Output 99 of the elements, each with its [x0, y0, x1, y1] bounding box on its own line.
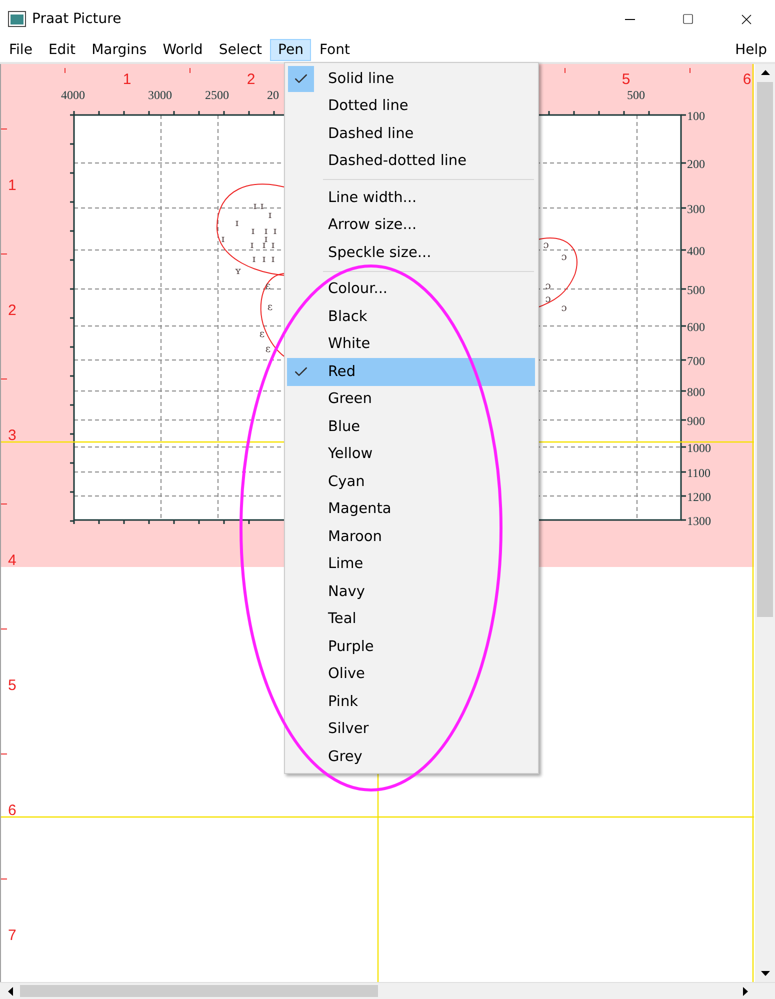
ruler-label: 1: [122, 71, 132, 88]
vowel-symbol: ɛ: [259, 329, 265, 340]
vowel-symbol: ɪ: [264, 234, 268, 245]
menu-title[interactable]: Font: [311, 39, 358, 61]
vowel-symbol: ɪ: [268, 210, 272, 221]
ruler-label: 4: [8, 552, 16, 569]
menu-item[interactable]: Teal: [287, 606, 535, 633]
horizontal-scrollbar[interactable]: [0, 982, 775, 999]
vowel-symbol: ɪ: [271, 240, 275, 251]
menu-item[interactable]: Yellow: [287, 440, 535, 468]
vowel-symbol: ɔ: [543, 240, 549, 251]
menu-title[interactable]: Help: [727, 39, 775, 61]
menu-item[interactable]: Pink: [287, 688, 535, 716]
menu-title[interactable]: Edit: [40, 39, 84, 61]
vowel-symbol: ɛ: [265, 281, 271, 292]
axis-label: 3000: [148, 88, 172, 102]
left-triangle-icon: [8, 986, 12, 996]
scroll-thumb[interactable]: [20, 985, 378, 997]
vowel-symbol: ɪ: [260, 201, 264, 212]
vowel-symbol: ʏ: [234, 266, 242, 277]
ruler-label: 7: [8, 927, 16, 944]
axis-label: 1100: [687, 466, 711, 480]
axis-label: 200: [687, 157, 705, 171]
window-title: Praat Picture: [32, 11, 122, 27]
menu-item[interactable]: Olive: [287, 660, 535, 688]
axis-label: 100: [687, 109, 705, 123]
vowel-symbol: ɪ: [252, 254, 256, 265]
axis-label: 1000: [687, 441, 711, 455]
menu-item[interactable]: Silver: [287, 716, 535, 743]
menu-item[interactable]: Dashed-dotted line: [287, 148, 535, 175]
ruler-label: 1: [8, 177, 16, 194]
menu-title[interactable]: World: [154, 39, 211, 61]
axis-label: 600: [687, 320, 705, 334]
axis-label: 700: [687, 354, 705, 368]
axis-label: 1200: [687, 490, 711, 504]
ruler-label: 6: [8, 802, 16, 819]
menu-item[interactable]: Purple: [287, 633, 535, 660]
menu-title[interactable]: Margins: [84, 39, 155, 61]
down-triangle-icon: [760, 971, 770, 976]
menu-item[interactable]: Lime: [287, 550, 535, 578]
menu-item[interactable]: Grey: [287, 743, 535, 770]
minimize-icon: [625, 18, 635, 20]
axis-label: 300: [687, 202, 705, 216]
menu-item[interactable]: Magenta: [287, 496, 535, 523]
maximize-icon: [682, 13, 694, 25]
vowel-symbol: ɪ: [221, 234, 225, 245]
ruler-label: 3: [8, 427, 16, 444]
menu-item[interactable]: Arrow size...: [287, 212, 535, 239]
vowel-symbol: ɪ: [253, 201, 257, 212]
ruler-label: 2: [246, 71, 256, 88]
ruler-label: 5: [8, 677, 16, 694]
axis-label: 400: [687, 244, 705, 258]
vowel-symbol: ɔ: [545, 281, 551, 292]
ruler-label: 2: [8, 302, 16, 319]
vowel-symbol: ɪ: [271, 254, 275, 265]
menu-item[interactable]: Line width...: [287, 184, 535, 212]
app-icon: [8, 11, 26, 27]
ruler-label: 5: [622, 71, 630, 88]
axis-label: 2500: [205, 88, 229, 102]
axis-label: 1300: [687, 514, 711, 528]
vowel-symbol: ɔ: [561, 303, 567, 314]
menu-item[interactable]: Dotted line: [287, 92, 535, 120]
menu-item[interactable]: Red: [287, 358, 535, 386]
menu-item[interactable]: Dashed line: [287, 120, 535, 148]
vowel-symbol: ɔ: [545, 294, 551, 305]
scroll-thumb[interactable]: [757, 82, 773, 617]
vowel-symbol: ɪ: [262, 254, 266, 265]
vowel-symbol: ɪ: [273, 226, 277, 237]
vowel-symbol: ɪ: [264, 226, 268, 237]
axis-label: 900: [687, 414, 705, 428]
axis-label: 4000: [61, 88, 85, 102]
vowel-symbol: ɪ: [251, 226, 255, 237]
axis-label: 500: [627, 88, 645, 102]
menu-item[interactable]: White: [287, 330, 535, 358]
menu-item[interactable]: Navy: [287, 578, 535, 606]
menu-item[interactable]: Blue: [287, 413, 535, 440]
menu-title[interactable]: File: [1, 39, 40, 61]
menu-item[interactable]: Black: [287, 303, 535, 330]
menu-item[interactable]: Maroon: [287, 523, 535, 550]
menu-item[interactable]: Colour...: [287, 276, 535, 303]
axis-label: 500: [687, 283, 705, 297]
axis-label: 800: [687, 385, 705, 399]
up-triangle-icon: [760, 70, 770, 75]
vowel-symbol: ɛ: [265, 344, 271, 355]
menu-item[interactable]: Solid line: [287, 65, 535, 92]
right-triangle-icon: [742, 986, 748, 996]
axis-label: 20: [267, 88, 279, 102]
vowel-symbol: ɔ: [561, 252, 567, 263]
menu-item[interactable]: Speckle size...: [287, 239, 535, 266]
vowel-symbol: ɪ: [262, 240, 266, 251]
vertical-scrollbar[interactable]: [755, 64, 775, 982]
vowel-symbol: ɛ: [267, 302, 273, 313]
ruler-label: 6: [742, 71, 752, 88]
menu-item[interactable]: Cyan: [287, 468, 535, 496]
vowel-symbol: ɪ: [235, 218, 239, 229]
menu-title[interactable]: Pen: [270, 39, 312, 61]
menu-title[interactable]: Select: [210, 39, 270, 61]
menu-item[interactable]: Green: [287, 386, 535, 413]
vowel-symbol: ɪ: [250, 240, 254, 251]
